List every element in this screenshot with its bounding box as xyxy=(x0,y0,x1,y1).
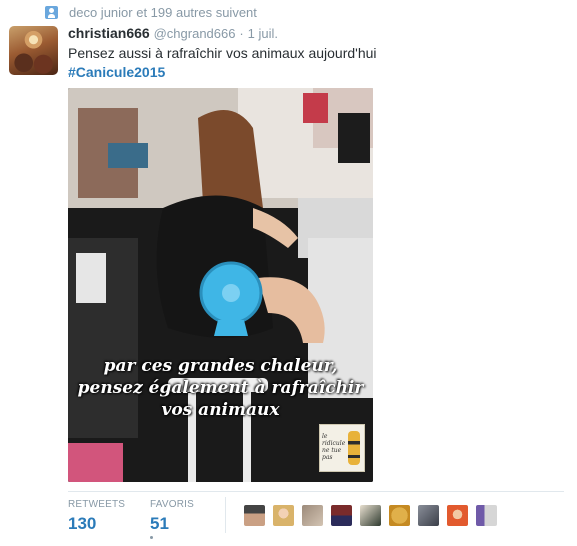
photo-caption-line-2: pensez également à rafraîchir xyxy=(77,378,364,398)
social-context-text[interactable]: deco junior et 199 autres suivent xyxy=(69,5,257,20)
favorites-stat[interactable]: FAVORIS 51 xyxy=(150,499,194,534)
retweets-count[interactable]: 130 xyxy=(68,514,125,534)
facepile xyxy=(244,505,505,526)
social-context[interactable]: deco junior et 199 autres suivent xyxy=(45,4,257,20)
tweet-timestamp[interactable]: 1 juil. xyxy=(248,26,278,41)
watermark-text: le ridicule ne tue pas xyxy=(322,433,346,461)
facepile-avatar[interactable] xyxy=(244,505,265,526)
facepile-avatar[interactable] xyxy=(389,505,410,526)
photo-scene xyxy=(68,88,373,482)
stats-divider xyxy=(68,491,564,492)
tweet-header: christian666 @chgrand666 · 1 juil. xyxy=(68,25,278,41)
hashtag-link[interactable]: #Canicule2015 xyxy=(68,63,165,82)
header-separator: · xyxy=(239,26,244,41)
retweets-stat[interactable]: RETWEETS 130 xyxy=(68,499,125,534)
author-handle[interactable]: @chgrand666 xyxy=(154,26,236,41)
user-follow-icon xyxy=(45,5,58,19)
photo-caption-line-3: vos animaux xyxy=(161,400,280,420)
facepile-avatar[interactable] xyxy=(418,505,439,526)
bee-icon xyxy=(348,431,360,465)
more-dot xyxy=(150,536,153,539)
tweet-photo[interactable]: par ces grandes chaleur, pensez égalemen… xyxy=(68,88,373,482)
facepile-avatar[interactable] xyxy=(302,505,323,526)
stats-separator xyxy=(225,497,226,533)
photo-caption-line-1: par ces grandes chaleur, xyxy=(103,356,338,376)
facepile-avatar[interactable] xyxy=(331,505,352,526)
author-name[interactable]: christian666 xyxy=(68,25,150,41)
author-avatar[interactable] xyxy=(9,26,58,75)
favorites-count[interactable]: 51 xyxy=(150,514,194,534)
retweets-label: RETWEETS xyxy=(68,499,126,510)
facepile-avatar[interactable] xyxy=(447,505,468,526)
watermark-logo: le ridicule ne tue pas xyxy=(319,424,365,472)
facepile-avatar[interactable] xyxy=(476,505,497,526)
facepile-avatar[interactable] xyxy=(360,505,381,526)
facepile-avatar[interactable] xyxy=(273,505,294,526)
favorites-label: FAVORIS xyxy=(150,499,195,510)
tweet-text: Pensez aussi à rafraîchir vos animaux au… xyxy=(68,45,377,61)
